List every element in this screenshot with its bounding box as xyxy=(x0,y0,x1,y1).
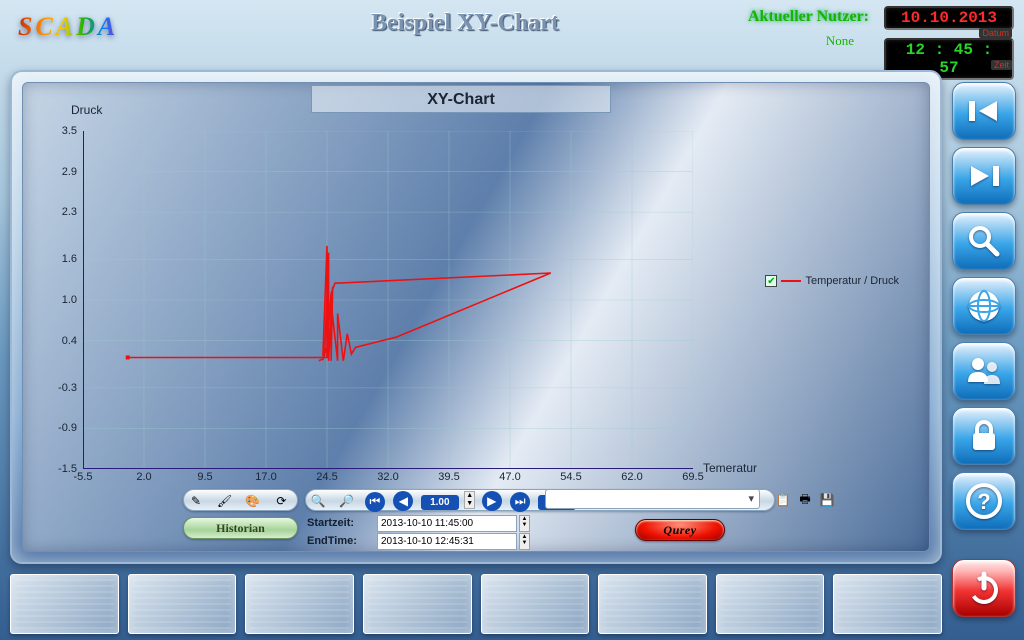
thumb-3[interactable] xyxy=(245,574,354,634)
thumb-5[interactable] xyxy=(481,574,590,634)
tool-skip-back-icon[interactable]: ⏮ xyxy=(365,492,385,512)
endtime-spinner[interactable]: ▲▼ xyxy=(519,533,530,550)
y-tick: -0.9 xyxy=(45,422,77,434)
x-tick: 24.5 xyxy=(310,471,344,483)
current-user-label: Aktueller Nutzer: xyxy=(748,8,869,26)
starttime-input[interactable] xyxy=(377,515,517,532)
toolbar-small: ✎ 🖌 🎨 ⟳ xyxy=(183,489,298,511)
help-icon: ? xyxy=(965,482,1003,520)
lock-icon xyxy=(968,419,1000,453)
tool-brush-icon[interactable]: 🖌 xyxy=(214,491,234,511)
svg-text:?: ? xyxy=(977,489,990,514)
power-icon xyxy=(966,570,1002,606)
starttime-spinner[interactable]: ▲▼ xyxy=(519,515,530,532)
chart-legend[interactable]: ✔ Temperatur / Druck xyxy=(765,275,899,287)
thumb-2[interactable] xyxy=(128,574,237,634)
tool-search-icon[interactable]: 🔎 xyxy=(336,491,356,511)
chart-title: XY-Chart xyxy=(311,85,611,113)
nav-first-button[interactable] xyxy=(952,82,1016,140)
time-caption: Zeit xyxy=(991,60,1012,70)
y-tick: 1.6 xyxy=(45,253,77,265)
right-nav: ? xyxy=(952,82,1018,617)
nav-lock-button[interactable] xyxy=(952,407,1016,465)
series-combo[interactable] xyxy=(545,489,760,509)
thumb-6[interactable] xyxy=(598,574,707,634)
x-axis-label: Temeratur xyxy=(703,461,757,475)
tool-edit-icon[interactable]: ✎ xyxy=(186,491,206,511)
x-tick: 39.5 xyxy=(432,471,466,483)
globe-icon xyxy=(965,287,1003,325)
tool-refresh-icon[interactable]: ⟳ xyxy=(271,491,291,511)
skip-forward-icon xyxy=(967,162,1001,190)
nav-power-button[interactable] xyxy=(952,559,1016,617)
x-tick: 32.0 xyxy=(371,471,405,483)
tool-fwd-icon[interactable]: ▶ xyxy=(482,491,502,511)
thumb-4[interactable] xyxy=(363,574,472,634)
page-title: Beispiel XY-Chart xyxy=(280,10,650,37)
legend-label: Temperatur / Druck xyxy=(805,275,899,287)
thumb-7[interactable] xyxy=(716,574,825,634)
y-tick: -0.3 xyxy=(45,382,77,394)
xy-chart-plot[interactable] xyxy=(83,131,693,469)
y-tick: 0.4 xyxy=(45,335,77,347)
nav-globe-button[interactable] xyxy=(952,277,1016,335)
nav-help-button[interactable]: ? xyxy=(952,472,1016,530)
thumb-1[interactable] xyxy=(10,574,119,634)
tool-skip-fwd-icon[interactable]: ⏭ xyxy=(510,492,530,512)
x-tick: 69.5 xyxy=(676,471,710,483)
date-caption: Datum xyxy=(979,28,1012,38)
nav-users-button[interactable] xyxy=(952,342,1016,400)
nav-search-button[interactable] xyxy=(952,212,1016,270)
tool-step-value-1[interactable]: 1.00 xyxy=(421,495,459,510)
historian-button[interactable]: Historian xyxy=(183,517,298,539)
y-tick: 3.5 xyxy=(45,125,77,137)
query-button[interactable]: Qurey xyxy=(635,519,725,541)
magnifier-icon xyxy=(966,223,1002,259)
tool-zoom-icon[interactable]: 🔍 xyxy=(308,491,328,511)
thumb-8[interactable] xyxy=(833,574,942,634)
tool-back-icon[interactable]: ◀ xyxy=(393,491,413,511)
x-tick: 62.0 xyxy=(615,471,649,483)
tool-palette-icon[interactable]: 🎨 xyxy=(243,491,263,511)
skip-back-icon xyxy=(967,97,1001,125)
y-tick: 1.0 xyxy=(45,294,77,306)
main-panel: XY-Chart Druck Temeratur ✔ Temperatur / … xyxy=(10,70,942,564)
date-display: 10.10.2013 xyxy=(884,6,1014,30)
app-logo: SCADA xyxy=(18,12,118,42)
x-tick: 17.0 xyxy=(249,471,283,483)
endtime-input[interactable] xyxy=(377,533,517,550)
x-tick: 2.0 xyxy=(127,471,161,483)
tool-copy-icon[interactable]: 📋 xyxy=(773,490,793,510)
starttime-label: Startzeit: xyxy=(307,517,354,529)
x-tick: 9.5 xyxy=(188,471,222,483)
x-tick: 54.5 xyxy=(554,471,588,483)
nav-last-button[interactable] xyxy=(952,147,1016,205)
x-tick: -5.5 xyxy=(66,471,100,483)
x-tick: 47.0 xyxy=(493,471,527,483)
current-user-value: None xyxy=(826,33,854,49)
thumbnail-strip xyxy=(10,574,942,634)
y-axis-label: Druck xyxy=(71,103,102,117)
legend-checkbox[interactable]: ✔ xyxy=(765,275,777,287)
y-tick: 2.9 xyxy=(45,166,77,178)
tool-save-icon[interactable]: 💾 xyxy=(817,490,837,510)
tool-print-icon[interactable]: 🖶 xyxy=(795,490,815,510)
y-tick: 2.3 xyxy=(45,206,77,218)
endtime-label: EndTime: xyxy=(307,535,357,547)
people-icon xyxy=(965,354,1003,388)
